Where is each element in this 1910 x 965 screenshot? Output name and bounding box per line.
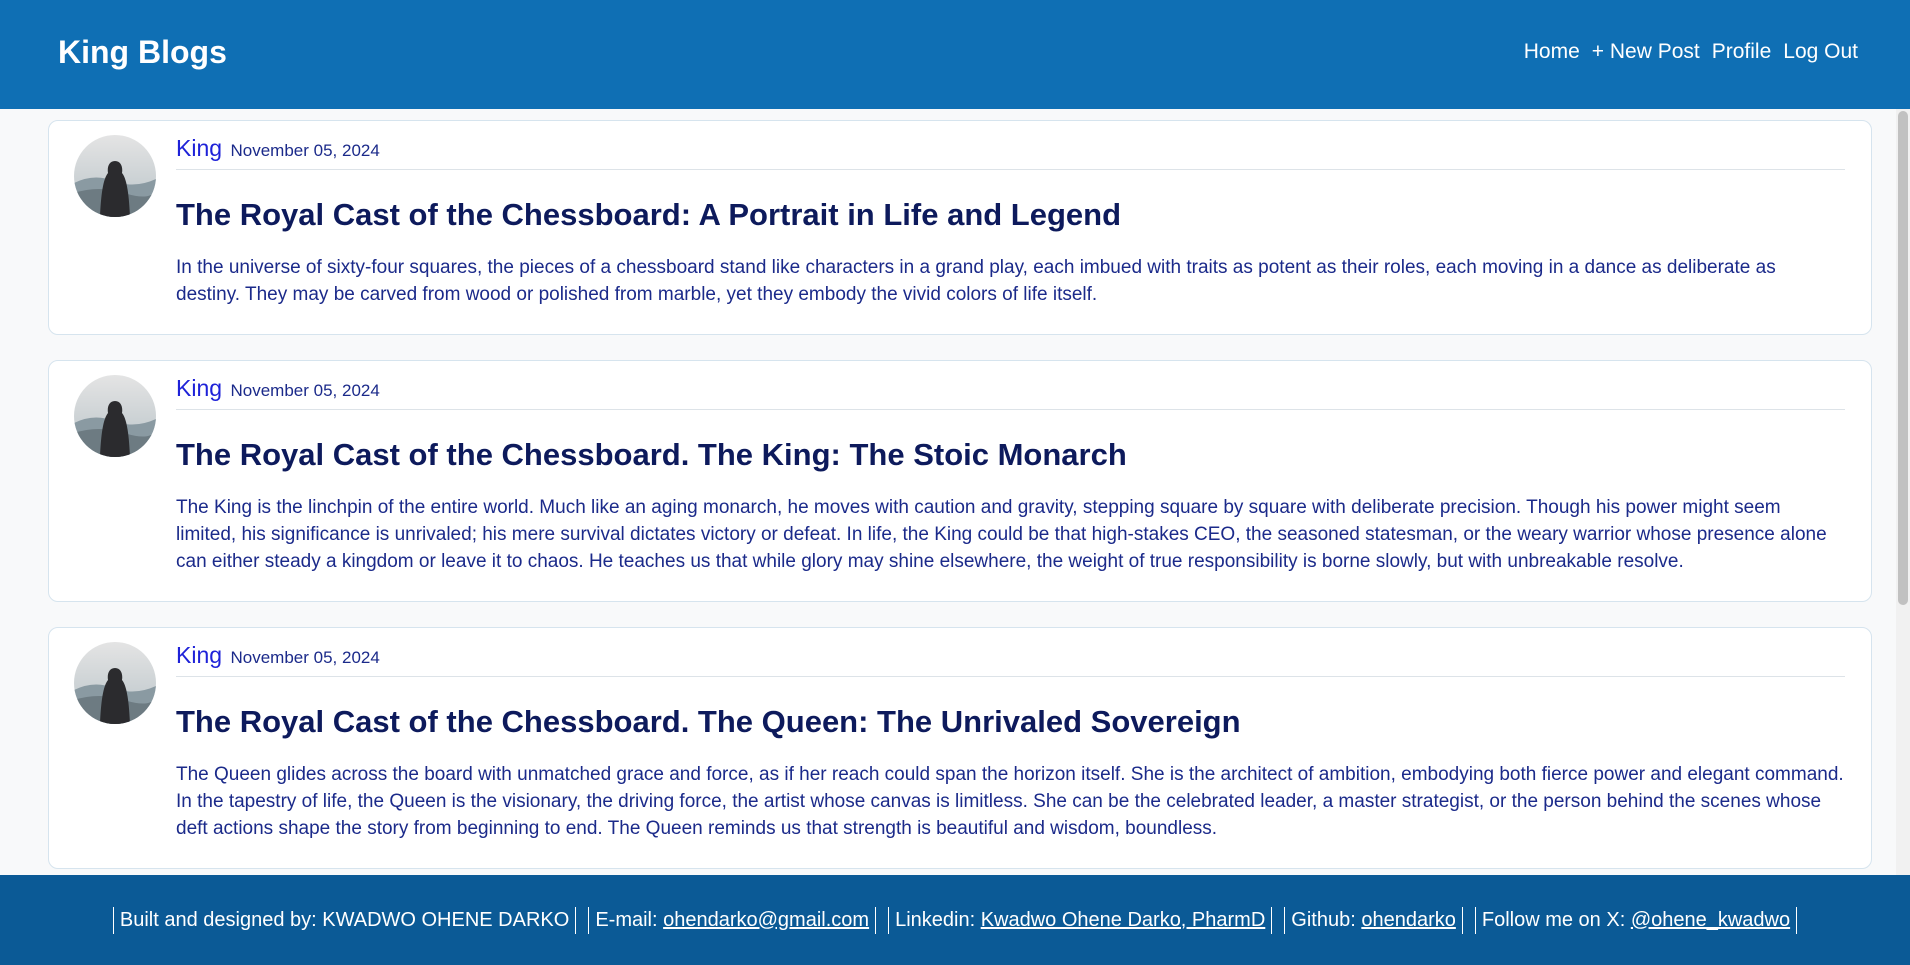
avatar[interactable] [74,135,156,217]
post-title[interactable]: The Royal Cast of the Chessboard. The Qu… [176,703,1845,741]
hooded-figure-avatar-icon [74,642,156,724]
brand-logo[interactable]: King Blogs [58,34,227,71]
nav-profile-link[interactable]: Profile [1712,40,1772,64]
footer-email-label: E-mail: [595,908,664,931]
hooded-figure-avatar-icon [74,135,156,217]
post-author-link[interactable]: King [176,135,222,161]
avatar[interactable] [74,375,156,457]
post-header: King November 05, 2024 [176,640,1845,677]
page-footer: Built and designed by: KWADWO OHENE DARK… [0,875,1910,965]
nav-home-link[interactable]: Home [1524,40,1580,64]
footer-x: Follow me on X: @ohene_kwadwo [1474,906,1798,934]
post-title[interactable]: The Royal Cast of the Chessboard. The Ki… [176,436,1845,474]
post-date: November 05, 2024 [230,141,380,160]
post-title[interactable]: The Royal Cast of the Chessboard: A Port… [176,196,1845,234]
post-body: The Queen glides across the board with u… [176,764,1844,839]
post-body: The King is the linchpin of the entire w… [176,497,1827,572]
post-author-link[interactable]: King [176,375,222,401]
footer-github-link[interactable]: ohendarko [1361,909,1456,931]
nav-new-post-link[interactable]: + New Post [1592,40,1700,64]
post-author-link[interactable]: King [176,642,222,668]
top-navbar: King Blogs Home + New Post Profile Log O… [0,0,1910,109]
post-card: King November 05, 2024 The Royal Cast of… [48,120,1872,335]
post-date: November 05, 2024 [230,648,380,667]
footer-github: Github: ohendarko [1284,906,1463,934]
avatar[interactable] [74,642,156,724]
footer-x-link[interactable]: @ohene_kwadwo [1631,909,1790,931]
scrollbar-thumb[interactable] [1898,111,1908,605]
hooded-figure-avatar-icon [74,375,156,457]
footer-linkedin-label: Linkedin: [895,908,981,931]
footer-email-link[interactable]: ohendarko@gmail.com [663,909,869,931]
post-feed: King November 05, 2024 The Royal Cast of… [48,120,1872,894]
footer-email: E-mail: ohendarko@gmail.com [588,906,877,934]
post-body: In the universe of sixty-four squares, t… [176,257,1776,305]
footer-built-by: Built and designed by: KWADWO OHENE DARK… [112,906,577,934]
post-date: November 05, 2024 [230,381,380,400]
post-header: King November 05, 2024 [176,133,1845,170]
footer-linkedin: Linkedin: Kwadwo Ohene Darko, PharmD [888,906,1273,934]
page-scrollbar[interactable] [1896,109,1910,877]
post-header: King November 05, 2024 [176,373,1845,410]
nav-logout-link[interactable]: Log Out [1783,40,1858,64]
footer-linkedin-link[interactable]: Kwadwo Ohene Darko, PharmD [981,909,1266,931]
post-card: King November 05, 2024 The Royal Cast of… [48,627,1872,869]
post-card: King November 05, 2024 The Royal Cast of… [48,360,1872,602]
nav-links: Home + New Post Profile Log Out [1524,40,1858,64]
footer-github-label: Github: [1291,908,1362,931]
footer-x-label: Follow me on X: [1481,908,1631,931]
